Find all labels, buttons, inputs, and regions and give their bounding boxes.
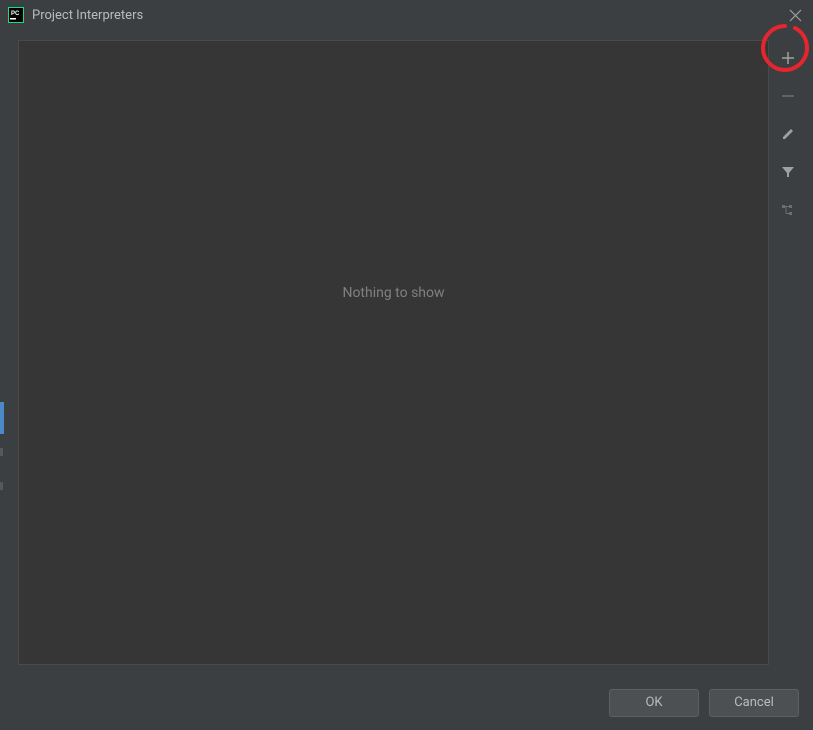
edge-indicator (0, 402, 4, 434)
button-bar: OK Cancel (0, 675, 813, 730)
titlebar: PC Project Interpreters (0, 0, 813, 30)
empty-state-text: Nothing to show (342, 285, 444, 301)
show-paths-button[interactable] (776, 198, 800, 222)
edit-interpreter-button[interactable] (776, 122, 800, 146)
filter-button[interactable] (776, 160, 800, 184)
filter-icon (781, 165, 795, 179)
minus-icon (781, 89, 795, 103)
content-area: Nothing to show (0, 30, 813, 675)
cancel-button[interactable]: Cancel (709, 689, 799, 717)
project-interpreters-dialog: PC Project Interpreters Nothing to show (0, 0, 813, 730)
dialog-title: Project Interpreters (32, 8, 785, 23)
close-button[interactable] (785, 5, 805, 25)
side-toolbar (773, 40, 803, 665)
edge-mark (0, 482, 3, 490)
ok-button[interactable]: OK (609, 689, 699, 717)
tree-icon (781, 203, 795, 217)
interpreters-list-panel: Nothing to show (18, 40, 769, 665)
pycharm-icon: PC (8, 7, 24, 23)
add-interpreter-button[interactable] (776, 46, 800, 70)
edge-mark (0, 448, 3, 456)
plus-icon (781, 51, 795, 65)
svg-text:PC: PC (11, 11, 20, 17)
remove-interpreter-button[interactable] (776, 84, 800, 108)
pencil-icon (781, 127, 795, 141)
